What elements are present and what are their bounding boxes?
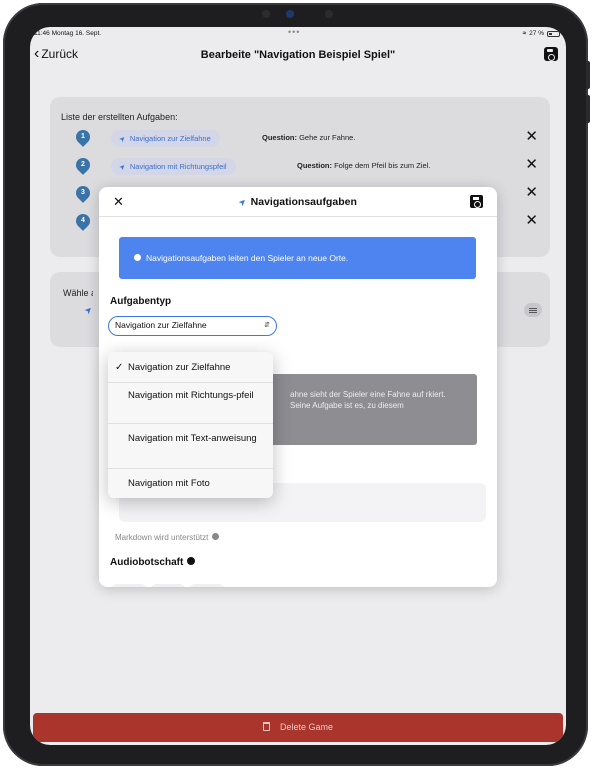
dropdown-option[interactable]: Navigation mit Foto <box>108 469 273 498</box>
map-pin-icon: 4 <box>73 211 93 231</box>
camera-lens <box>286 10 294 18</box>
remove-task-button[interactable]: ✕ <box>525 129 538 144</box>
page-title: Bearbeite "Navigation Beispiel Spiel" <box>200 49 396 61</box>
battery-icon <box>547 30 560 37</box>
location-arrow-icon: ➤ <box>118 162 128 173</box>
audio-label: Audiobotschaft <box>110 557 196 568</box>
checkmark-icon: ✓ <box>115 362 124 373</box>
task-type-dropdown: ✓ Navigation zur Zielfahne Navigation mit… <box>108 352 273 498</box>
camera-dot <box>262 10 270 18</box>
delete-game-label: Delete Game <box>279 722 334 732</box>
chevron-updown-icon: ⇵ <box>264 322 270 329</box>
battery-percent: 27 % <box>529 30 544 37</box>
markdown-hint: Markdown wird unterstützt <box>115 533 220 542</box>
info-icon[interactable] <box>212 533 220 540</box>
task-type-value: Navigation zur Zielfahne <box>115 320 207 330</box>
save-icon[interactable] <box>470 195 483 208</box>
status-bar: 11:46 Montag 16. Sept. ••• ≈ 27 % <box>30 27 566 41</box>
menu-icon[interactable] <box>524 303 542 317</box>
status-right: ≈ 27 % <box>523 30 560 37</box>
remove-task-button[interactable]: ✕ <box>525 185 538 200</box>
task-question: Question: Folge dem Pfeil bis zum Ziel. <box>297 161 431 170</box>
map-pin-icon: 1 <box>73 127 93 147</box>
audio-controls: 🔈 <box>112 584 224 587</box>
map-pin-icon: 2 <box>73 155 93 175</box>
info-icon <box>134 254 141 261</box>
task-type-tag: ➤ Navigation mit Richtungspfeil <box>111 158 236 175</box>
modal-header: ✕ ➤ Navigationsaufgaben <box>99 187 497 217</box>
task-type-label: Aufgabentyp <box>110 296 172 307</box>
remove-task-button[interactable]: ✕ <box>525 157 538 172</box>
task-row[interactable]: 1 ➤ Navigation zur Zielfahne Question: Ge… <box>50 127 550 150</box>
dropdown-option[interactable]: Navigation mit Text-anweisung <box>108 424 273 469</box>
status-time: 11:46 Montag 16. Sept. <box>34 30 102 37</box>
sensor-dot <box>325 10 333 18</box>
task-question: Question: Gehe zur Fahne. <box>262 133 356 142</box>
record-button[interactable] <box>112 584 146 587</box>
delete-game-button[interactable]: Delete Game <box>33 713 563 742</box>
file-button[interactable] <box>151 584 185 587</box>
task-type-select[interactable]: Navigation zur Zielfahne ⇵ <box>108 316 277 336</box>
location-arrow-icon: ➤ <box>82 303 95 317</box>
location-arrow-icon: ➤ <box>236 195 249 209</box>
multitask-dots[interactable]: ••• <box>288 27 300 37</box>
ipad-frame: 11:46 Montag 16. Sept. ••• ≈ 27 % ‹ Zurü… <box>3 3 590 766</box>
save-icon[interactable] <box>544 47 558 61</box>
task-type-tag: ➤ Navigation zur Zielfahne <box>111 130 220 147</box>
info-text: Navigationsaufgaben leiten den Spieler a… <box>146 253 349 263</box>
dropdown-option[interactable]: Navigation mit Richtungs-pfeil <box>108 383 273 424</box>
wifi-icon: ≈ <box>522 30 527 37</box>
modal-title: ➤ Navigationsaufgaben <box>236 195 357 209</box>
map-pin-icon: 3 <box>73 183 93 203</box>
remove-task-button[interactable]: ✕ <box>525 213 538 228</box>
volume-down-button <box>586 95 590 123</box>
trash-icon <box>262 722 270 731</box>
info-icon[interactable] <box>187 557 196 565</box>
dropdown-option[interactable]: ✓ Navigation zur Zielfahne <box>108 352 273 383</box>
play-button[interactable]: 🔈 <box>190 584 224 587</box>
task-row[interactable]: 2 ➤ Navigation mit Richtungspfeil Questio… <box>50 155 550 178</box>
info-banner: Navigationsaufgaben leiten den Spieler a… <box>119 237 476 279</box>
volume-up-button <box>586 61 590 89</box>
choose-heading: Wähle a <box>63 288 93 298</box>
task-list-heading: Liste der erstellten Aufgaben: <box>61 112 178 122</box>
navigation-bar: ‹ Zurück Bearbeite "Navigation Beispiel … <box>30 41 566 73</box>
location-arrow-icon: ➤ <box>118 134 128 145</box>
